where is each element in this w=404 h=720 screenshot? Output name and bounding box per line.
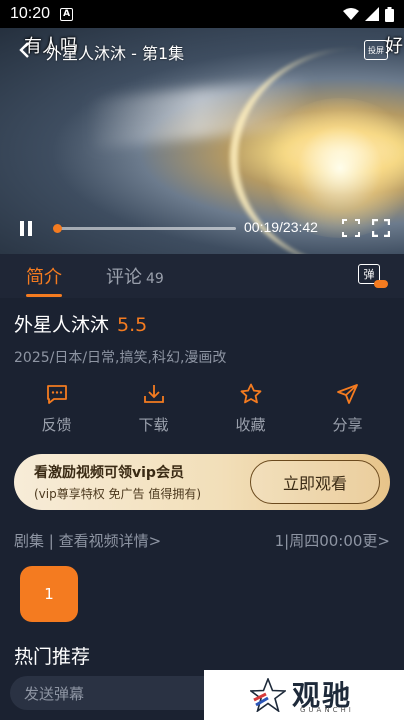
feedback-label: 反馈 (41, 416, 72, 434)
show-meta: 2025/日本/日常,搞笑,科幻,漫画改 (14, 350, 227, 366)
brand-logo-icon (250, 678, 286, 712)
crop-frame-icon[interactable] (342, 219, 360, 237)
show-info: 外星人沐沐 5.5 2025/日本/日常,搞笑,科幻,漫画改 (14, 310, 390, 367)
progress-bar[interactable] (52, 224, 236, 233)
hot-recommend-title: 热门推荐 (14, 646, 91, 668)
episode-tile[interactable]: 1 (20, 566, 78, 622)
tab-intro-label: 简介 (26, 267, 62, 288)
star-icon (240, 383, 261, 404)
vip-banner[interactable]: 看激励视频可领vip会员 (vip尊享特权 免广告 值得拥有) 立即观看 (14, 454, 390, 510)
brand-subtitle: GUANCHI (300, 706, 354, 714)
cast-icon: 投屏 (368, 45, 384, 55)
signal-icon (365, 7, 379, 21)
player-controls: 00:19/23:42 (0, 202, 404, 254)
download-icon (143, 385, 164, 403)
favorite-button[interactable]: 收藏 (216, 382, 286, 442)
download-label: 下载 (138, 416, 169, 434)
share-icon (336, 384, 358, 404)
watermark: 观驰 GUANCHI (204, 670, 404, 720)
show-score: 5.5 (117, 314, 148, 336)
feedback-icon (46, 385, 67, 404)
tab-comments[interactable]: 评论 49 (106, 263, 164, 289)
episode-details-link[interactable]: 剧集 | 查看视频详情> (14, 530, 161, 551)
notification-icon: A (60, 7, 74, 21)
vip-subline: (vip尊享特权 免广告 值得拥有) (34, 487, 202, 501)
watch-now-button[interactable]: 立即观看 (250, 460, 380, 504)
detail-tabs: 简介 评论 49 弹 (0, 254, 404, 298)
wifi-icon (343, 7, 359, 20)
feedback-button[interactable]: 反馈 (22, 382, 92, 442)
danmaku-input-placeholder: 发送弹幕 (24, 684, 85, 703)
back-button[interactable] (14, 38, 34, 62)
toggle-indicator (374, 280, 388, 288)
show-title: 外星人沐沐 5.5 (14, 310, 390, 337)
time-display: 00:19/23:42 (244, 219, 318, 235)
download-button[interactable]: 下载 (119, 382, 189, 442)
progress-knob[interactable] (52, 224, 62, 233)
danmaku-toggle[interactable]: 弹 (358, 264, 388, 288)
share-label: 分享 (332, 416, 363, 434)
pause-icon-bar (20, 220, 24, 236)
favorite-label: 收藏 (235, 416, 266, 434)
video-player[interactable]: 有人吗 好 外星人沐沐 - 第1集 投屏 00:19/23:42 (0, 28, 404, 254)
show-name: 外星人沐沐 (14, 314, 110, 336)
battery-icon (385, 6, 394, 22)
chevron-left-icon (19, 42, 29, 58)
video-title: 外星人沐沐 - 第1集 (46, 44, 185, 63)
vip-headline: 看激励视频可领vip会员 (34, 465, 184, 481)
tab-comments-label: 评论 (106, 267, 142, 288)
episode-header: 剧集 | 查看视频详情> 1|周四00:00更> (14, 530, 390, 551)
pause-icon-bar (28, 220, 32, 236)
fullscreen-icon[interactable] (372, 219, 390, 237)
pause-button[interactable] (16, 218, 36, 238)
comment-count: 49 (146, 271, 164, 287)
tab-intro[interactable]: 简介 (26, 263, 62, 297)
action-bar: 反馈 下载 收藏 分享 (0, 382, 404, 442)
cast-button[interactable]: 投屏 (364, 40, 388, 60)
status-bar: 10:20 A (0, 0, 404, 28)
update-schedule-link[interactable]: 1|周四00:00更> (275, 530, 390, 551)
status-time: 10:20 (10, 5, 51, 22)
status-icons (343, 6, 394, 22)
share-button[interactable]: 分享 (313, 382, 383, 442)
